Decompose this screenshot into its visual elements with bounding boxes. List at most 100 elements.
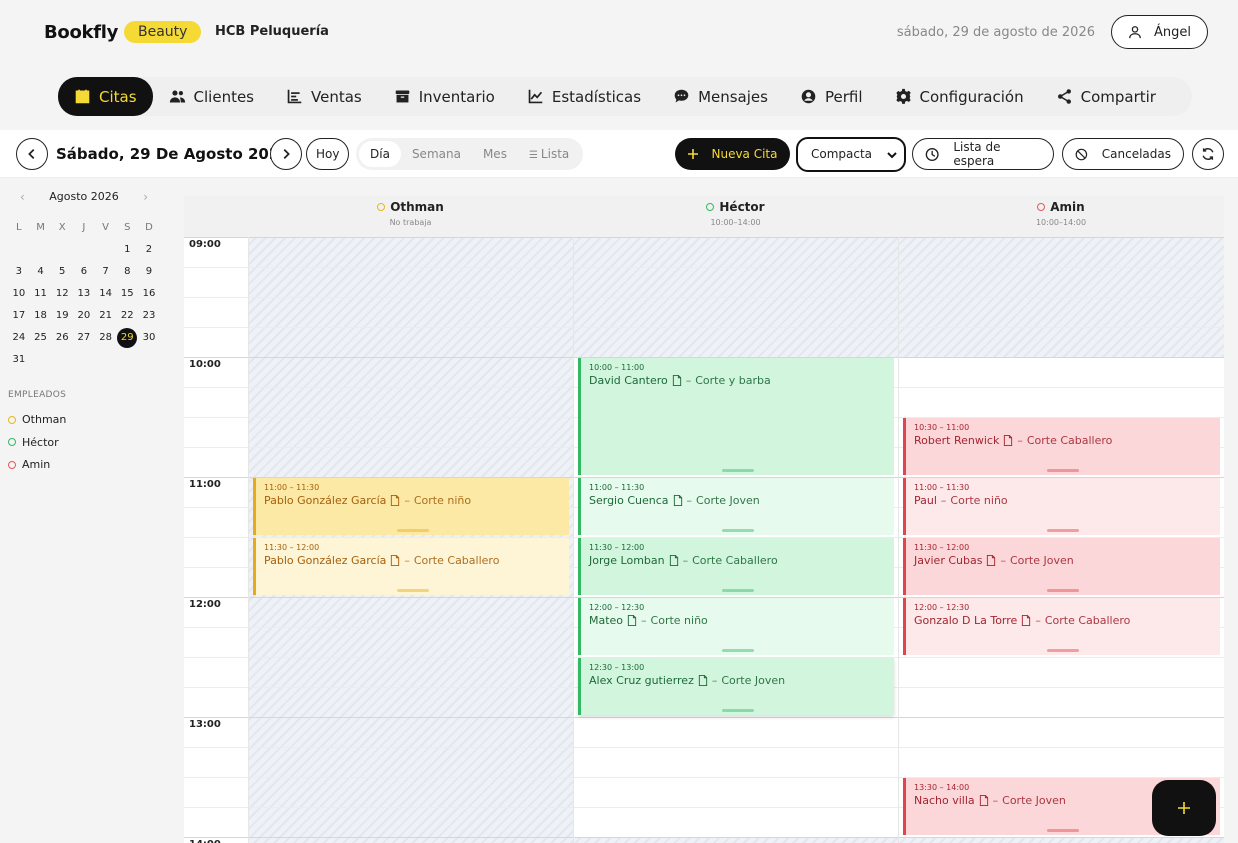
calendar-day[interactable]: 13	[73, 283, 95, 305]
calendar-day[interactable]: 17	[8, 305, 30, 327]
sidebar: ‹ Agosto 2026 › L M X J V S D 1 2 3 4 5 6 7 8 9 10 11 12 13…	[0, 179, 168, 843]
calendar-day[interactable]: 18	[30, 305, 52, 327]
calendar-day[interactable]: 16	[138, 283, 160, 305]
calendar-day[interactable]: 2	[138, 239, 160, 261]
appointment-card[interactable]: 10:00 – 11:00 David Cantero – Corte y barb…	[578, 358, 894, 475]
prev-month-icon[interactable]: ‹	[20, 190, 25, 204]
resize-handle[interactable]	[721, 529, 754, 532]
calendar-blank	[51, 239, 73, 261]
resize-handle[interactable]	[396, 589, 429, 592]
nav-item-ventas[interactable]: Ventas	[270, 77, 378, 116]
employee-filter-item[interactable]: Amin	[8, 458, 50, 471]
resize-handle[interactable]	[721, 469, 754, 472]
current-day-title: Sábado, 29 De Agosto 2026	[56, 145, 290, 163]
calendar-day[interactable]: 22	[116, 305, 138, 327]
appointment-card[interactable]: 11:30 – 12:00 Jorge Lomban – Corte Caballe…	[578, 538, 894, 595]
view-tab-0[interactable]: Día	[359, 141, 401, 167]
appointment-card[interactable]: 10:30 – 11:00 Robert Renwick – Corte Cabal…	[903, 418, 1220, 475]
calendar-day[interactable]: 1	[116, 239, 138, 261]
appointment-summary: Pablo González García – Corte Caballero	[264, 554, 561, 567]
appointment-card[interactable]: 11:00 – 11:30 Pablo González García – Cort…	[253, 478, 569, 535]
calendar-day-selected[interactable]: 29	[117, 328, 138, 348]
calendar-day[interactable]: 3	[8, 261, 30, 283]
resize-handle[interactable]	[721, 589, 754, 592]
appointment-card[interactable]: 11:00 – 11:30 Paul – Corte niño	[903, 478, 1220, 535]
appointment-summary: Jorge Lomban – Corte Caballero	[589, 554, 886, 567]
nav-label: Configuración	[919, 87, 1024, 106]
nav-item-clientes[interactable]: Clientes	[153, 77, 270, 116]
new-appointment-button[interactable]: Nueva Cita	[675, 138, 790, 170]
brand-logo[interactable]: Bookfly	[44, 22, 118, 43]
calendar-day[interactable]: 25	[30, 327, 52, 349]
prev-day-button[interactable]	[16, 138, 48, 170]
resize-handle[interactable]	[1047, 829, 1079, 832]
appointment-service: Corte Joven	[1002, 794, 1066, 807]
floating-add-button[interactable]	[1152, 780, 1216, 836]
resize-handle[interactable]	[1047, 529, 1079, 532]
density-select[interactable]: Compacta	[796, 137, 906, 172]
calendar-day[interactable]: 23	[138, 305, 160, 327]
calendar-day[interactable]: 28	[95, 327, 117, 349]
appointment-card[interactable]: 12:00 – 12:30 Gonzalo D La Torre – Corte C…	[903, 598, 1220, 655]
calendar-day[interactable]: 15	[116, 283, 138, 305]
refresh-button[interactable]	[1192, 138, 1224, 170]
calendar-day[interactable]: 30	[138, 327, 160, 349]
view-tab-3[interactable]: ☰ Lista	[518, 141, 580, 167]
time-column-header	[184, 196, 248, 237]
calendar-day[interactable]: 4	[30, 261, 52, 283]
weekday-label: L	[16, 222, 22, 233]
appointment-time: 11:30 – 12:00	[914, 543, 970, 552]
view-tab-1[interactable]: Semana	[401, 141, 472, 167]
employee-filter-item[interactable]: Othman	[8, 413, 66, 426]
nav-item-estadísticas[interactable]: Estadísticas	[511, 77, 657, 116]
calendar-day[interactable]: 20	[73, 305, 95, 327]
appointment-summary: Gonzalo D La Torre – Corte Caballero	[914, 614, 1212, 627]
note-icon	[672, 375, 681, 386]
calendar-day[interactable]: 5	[51, 261, 73, 283]
calendar-day[interactable]: 8	[116, 261, 138, 283]
appointment-card[interactable]: 11:00 – 11:30 Sergio Cuenca – Corte Joven	[578, 478, 894, 535]
resize-handle[interactable]	[1047, 649, 1079, 652]
calendar-day[interactable]: 24	[8, 327, 30, 349]
calendar-day[interactable]: 19	[51, 305, 73, 327]
view-tab-2[interactable]: Mes	[472, 141, 518, 167]
nav-item-inventario[interactable]: Inventario	[378, 77, 511, 116]
users-icon	[169, 90, 185, 103]
resize-handle[interactable]	[1047, 469, 1079, 472]
next-month-icon[interactable]: ›	[143, 190, 148, 204]
employee-filter-item[interactable]: Héctor	[8, 436, 59, 449]
calendar-day[interactable]: 12	[51, 283, 73, 305]
calendar-day[interactable]: 10	[8, 283, 30, 305]
calendar-day[interactable]: 14	[95, 283, 117, 305]
cancelled-button[interactable]: Canceladas	[1062, 138, 1184, 170]
appointment-card[interactable]: 12:30 – 13:00 Alex Cruz gutierrez – Corte …	[578, 658, 894, 715]
waitlist-button[interactable]: Lista de espera	[912, 138, 1054, 170]
calendar-day[interactable]: 7	[95, 261, 117, 283]
calendar-day[interactable]: 11	[30, 283, 52, 305]
user-menu-button[interactable]: Ángel	[1111, 15, 1208, 49]
appointment-client: Javier Cubas	[914, 554, 983, 567]
nav-label: Ventas	[311, 87, 362, 106]
nav-item-perfil[interactable]: Perfil	[784, 77, 879, 116]
calendar-day[interactable]: 31	[8, 349, 30, 371]
calendar-day[interactable]: 9	[138, 261, 160, 283]
appointment-card[interactable]: 12:00 – 12:30 Mateo – Corte niño	[578, 598, 894, 655]
resize-handle[interactable]	[396, 529, 429, 532]
resize-handle[interactable]	[1047, 589, 1079, 592]
today-button[interactable]: Hoy	[306, 138, 350, 170]
next-day-button[interactable]	[270, 138, 302, 170]
calendar-day[interactable]: 27	[73, 327, 95, 349]
nav-item-citas[interactable]: Citas	[58, 77, 153, 116]
calendar-icon	[75, 89, 90, 104]
resize-handle[interactable]	[721, 709, 754, 712]
calendar-day[interactable]: 21	[95, 305, 117, 327]
nav-item-compartir[interactable]: Compartir	[1040, 77, 1172, 116]
service-prefix: –	[686, 494, 693, 507]
nav-item-mensajes[interactable]: Mensajes	[657, 77, 784, 116]
appointment-card[interactable]: 11:30 – 12:00 Pablo González García – Cort…	[253, 538, 569, 595]
appointment-card[interactable]: 11:30 – 12:00 Javier Cubas – Corte Joven	[903, 538, 1220, 595]
calendar-day[interactable]: 26	[51, 327, 73, 349]
resize-handle[interactable]	[721, 649, 754, 652]
calendar-day[interactable]: 6	[73, 261, 95, 283]
nav-item-configuración[interactable]: Configuración	[879, 77, 1040, 116]
